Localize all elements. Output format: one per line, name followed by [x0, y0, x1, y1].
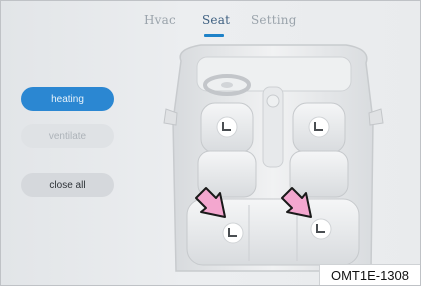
figure-code-label: OMT1E-1308: [319, 264, 420, 285]
seat-control-screen: Hvac Seat Setting heating ventilate clos…: [0, 0, 421, 286]
pointer-arrow-icon: [281, 187, 312, 218]
rear-left-seat: [222, 222, 244, 244]
front-left-seat: [197, 102, 257, 198]
pointer-arrow-icon: [195, 187, 226, 218]
car-top-view: [163, 44, 384, 272]
dashboard: [196, 56, 352, 92]
front-right-seat: [289, 102, 349, 198]
rear-right-seat: [310, 218, 332, 240]
